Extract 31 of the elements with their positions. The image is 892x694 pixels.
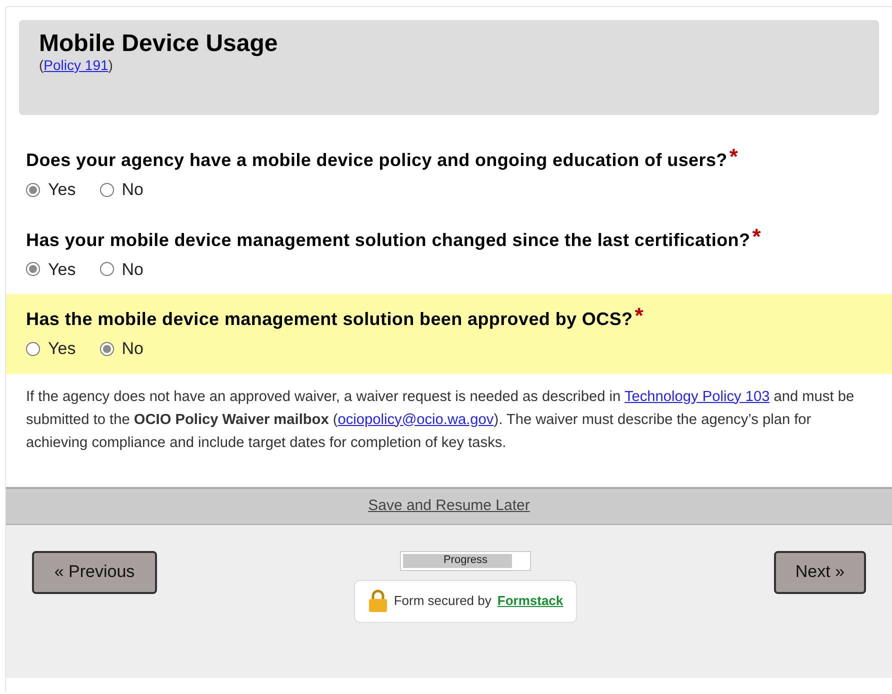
link[interactable]: Policy 191: [44, 57, 108, 73]
radio-option[interactable]: No: [100, 177, 144, 202]
radio-option[interactable]: No: [100, 256, 144, 282]
radio-button: [100, 262, 114, 276]
radio-button: [26, 342, 40, 356]
radio-option[interactable]: No: [100, 336, 144, 362]
question-label: Has the mobile device management solution been approved by OCS?: [26, 308, 633, 331]
required-mark: *: [729, 147, 738, 167]
radio-button: [100, 342, 114, 356]
link[interactable]: ociopolicy@ocio.wa.gov: [338, 412, 494, 428]
waiver-note: If the agency does not have an approved waiver, a waiver request is needed as described in Technology Policy 103 and must be submitted to the OCIO Policy Waiver mailbox (ociopolicy@ocio.wa.gov). The waiver must describe the agency’s plan for achieving compliance and include target dates for completion of key tasks.: [26, 388, 856, 452]
radio-button: [100, 182, 114, 197]
question-label: Has your mobile device management solution changed since the last certification?: [26, 228, 750, 252]
radio-button: [26, 262, 40, 276]
section-title: Mobile Device Usage: [39, 30, 278, 58]
policy-reference: (Policy 191): [39, 58, 113, 72]
required-mark: *: [752, 226, 761, 246]
radio-option[interactable]: Yes: [26, 177, 76, 202]
previous-button[interactable]: « Previous: [32, 550, 157, 594]
question-label: Does your agency have a mobile device policy and ongoing education of users?: [26, 149, 728, 172]
progress-label: Progress: [442, 553, 488, 568]
brand-link[interactable]: Formstack: [497, 591, 564, 611]
padlock-icon: [368, 589, 388, 613]
radio-button: [26, 182, 40, 197]
save-resume-link[interactable]: Save and Resume Later: [368, 494, 530, 518]
security-text: Form secured by: [394, 592, 492, 610]
required-mark: *: [634, 306, 644, 326]
link[interactable]: Technology Policy 103: [624, 388, 770, 404]
radio-option[interactable]: Yes: [26, 256, 76, 282]
next-button[interactable]: Next »: [774, 550, 866, 594]
radio-option[interactable]: Yes: [26, 336, 76, 362]
